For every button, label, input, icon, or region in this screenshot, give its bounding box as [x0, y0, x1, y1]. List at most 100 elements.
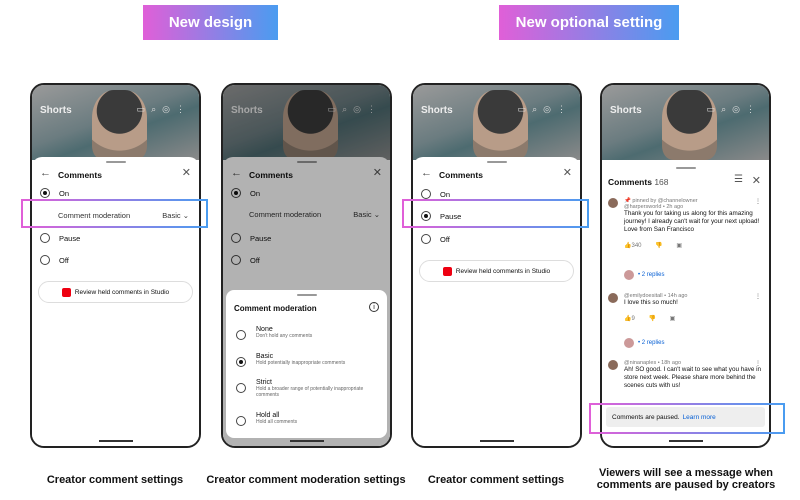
radio-icon	[40, 233, 50, 243]
avatar	[624, 338, 634, 348]
option-off[interactable]: Off	[421, 234, 450, 244]
comment-actions: 👍9 👎 ▣	[624, 315, 763, 322]
close-icon[interactable]: ✕	[182, 166, 191, 179]
reply-icon[interactable]: ▣	[670, 316, 676, 322]
button-label: Review held comments in Studio	[74, 288, 170, 296]
shorts-label: Shorts	[421, 105, 453, 116]
button-label: Review held comments in Studio	[455, 267, 551, 275]
moderation-option-basic[interactable]: Basic Hold potentially inappropriate comm…	[236, 353, 376, 367]
moderation-option-strict[interactable]: Strict Hold a broader range of potentiall…	[236, 379, 376, 398]
caption-3: Creator comment settings	[427, 474, 565, 486]
phone-moderation-settings: Shorts ▭⌕◎⋮ ← Comments ✕ On Comment moder…	[221, 83, 392, 448]
radio-icon	[40, 188, 50, 198]
option-label: Off	[59, 255, 69, 265]
option-label: Pause	[59, 233, 81, 243]
highlight-moderation	[21, 199, 208, 228]
phone-creator-pause-setting: Shorts ▭⌕◎⋮ ← Comments ✕ On Pause Off Rev…	[411, 83, 582, 448]
avatar[interactable]	[608, 293, 618, 303]
option-description: Hold all comments	[256, 419, 298, 425]
home-indicator	[668, 440, 703, 442]
comment-actions: 👍340 👎 ▣	[624, 242, 763, 249]
option-on[interactable]: On	[40, 188, 69, 198]
title-text: Comments	[608, 177, 652, 187]
radio-icon	[236, 330, 246, 340]
moderation-option-hold-all[interactable]: Hold all Hold all comments	[236, 412, 376, 426]
comment-item: ⋮ @emilydoesitall • 14h ago I love this …	[608, 293, 763, 322]
radio-icon	[236, 416, 246, 426]
radio-icon	[421, 189, 431, 199]
drag-handle[interactable]	[675, 167, 696, 169]
close-icon[interactable]: ✕	[563, 166, 572, 179]
caption-2: Creator comment moderation settings	[206, 474, 406, 486]
review-held-comments-button[interactable]: Review held comments in Studio	[38, 281, 193, 303]
comment-count: 168	[654, 177, 669, 187]
option-off[interactable]: Off	[40, 255, 69, 265]
moderation-option-none[interactable]: None Don't hold any comments	[236, 326, 376, 340]
new-design-header: New design	[143, 5, 278, 40]
more-icon[interactable]: ⋮	[755, 293, 761, 300]
replies-text: • 2 replies	[638, 272, 665, 278]
comment-item: ⋮ @ninanaples • 18h ago Ah! SO good. I c…	[608, 360, 763, 390]
sheet-title: Comments	[439, 170, 483, 180]
reply-icon[interactable]: ▣	[676, 243, 682, 249]
home-indicator	[289, 440, 324, 442]
avatar[interactable]	[608, 360, 618, 370]
shorts-label: Shorts	[610, 105, 642, 116]
option-description: Hold potentially inappropriate comments	[256, 360, 346, 366]
option-label: Hold all	[256, 412, 280, 419]
info-icon[interactable]: i	[369, 302, 379, 312]
option-description: Hold a broader range of potentially inap…	[256, 386, 364, 398]
dislike-icon[interactable]: 👎	[655, 243, 662, 249]
option-pause[interactable]: Pause	[40, 233, 80, 243]
close-icon[interactable]: ✕	[752, 174, 761, 187]
moderation-modal: Comment moderation i None Don't hold any …	[226, 290, 387, 438]
avatar[interactable]	[608, 198, 618, 208]
drag-handle[interactable]	[296, 294, 317, 296]
comment-text: Ah! SO good. I can't wait to see what yo…	[624, 366, 762, 389]
avatar	[624, 270, 634, 280]
caption-1: Creator comment settings	[46, 474, 184, 486]
video-thumbnail: Shorts ▭⌕◎⋮	[602, 85, 769, 160]
comment-text: I love this so much!	[624, 299, 678, 306]
option-label: Off	[440, 234, 450, 244]
option-label: Strict	[256, 379, 272, 386]
phone-viewer-comments: Shorts ▭⌕◎⋮ Comments 168 ☰ ✕ ⋮ 📌 pinned b…	[600, 83, 771, 448]
back-arrow-icon[interactable]: ←	[421, 167, 432, 179]
comment-item: ⋮ 📌 pinned by @channelowner @harpersworl…	[608, 198, 763, 249]
back-arrow-icon[interactable]: ←	[40, 167, 51, 179]
modal-title: Comment moderation	[234, 304, 317, 313]
option-label: None	[256, 326, 273, 333]
option-on[interactable]: On	[421, 189, 450, 199]
comment-text: Thank you for taking us along for this a…	[624, 210, 760, 233]
sheet-title: Comments	[58, 170, 102, 180]
dislike-icon[interactable]: 👎	[649, 316, 656, 322]
caption-4: Viewers will see a message when comments…	[596, 467, 776, 491]
sheet-title: Comments 168	[608, 177, 669, 187]
video-thumbnail: Shorts ▭⌕◎⋮	[32, 85, 199, 160]
highlight-pause	[402, 199, 589, 228]
option-label: Basic	[256, 353, 274, 360]
more-icon[interactable]: ⋮	[755, 198, 761, 205]
like-count: 9	[631, 316, 635, 322]
shorts-label: Shorts	[40, 105, 72, 116]
studio-icon	[61, 287, 71, 297]
video-toolbar-icons[interactable]: ▭⌕◎⋮	[137, 104, 191, 115]
view-replies-link[interactable]: • 2 replies	[624, 270, 664, 280]
filter-icon[interactable]: ☰	[734, 174, 743, 185]
studio-icon	[442, 266, 452, 276]
review-held-comments-button[interactable]: Review held comments in Studio	[419, 260, 574, 282]
home-indicator	[98, 440, 133, 442]
highlight-paused-banner	[589, 403, 785, 434]
video-toolbar-icons[interactable]: ▭⌕◎⋮	[518, 104, 572, 115]
radio-icon	[40, 255, 50, 265]
video-toolbar-icons[interactable]: ▭⌕◎⋮	[707, 104, 761, 115]
replies-text: • 2 replies	[638, 340, 665, 346]
drag-handle[interactable]	[105, 161, 126, 163]
new-optional-setting-header: New optional setting	[499, 5, 679, 40]
more-icon[interactable]: ⋮	[755, 360, 761, 367]
drag-handle[interactable]	[486, 161, 507, 163]
view-replies-link[interactable]: • 2 replies	[624, 338, 664, 348]
option-label: On	[440, 189, 451, 199]
radio-icon	[236, 383, 246, 393]
option-description: Don't hold any comments	[256, 333, 313, 339]
